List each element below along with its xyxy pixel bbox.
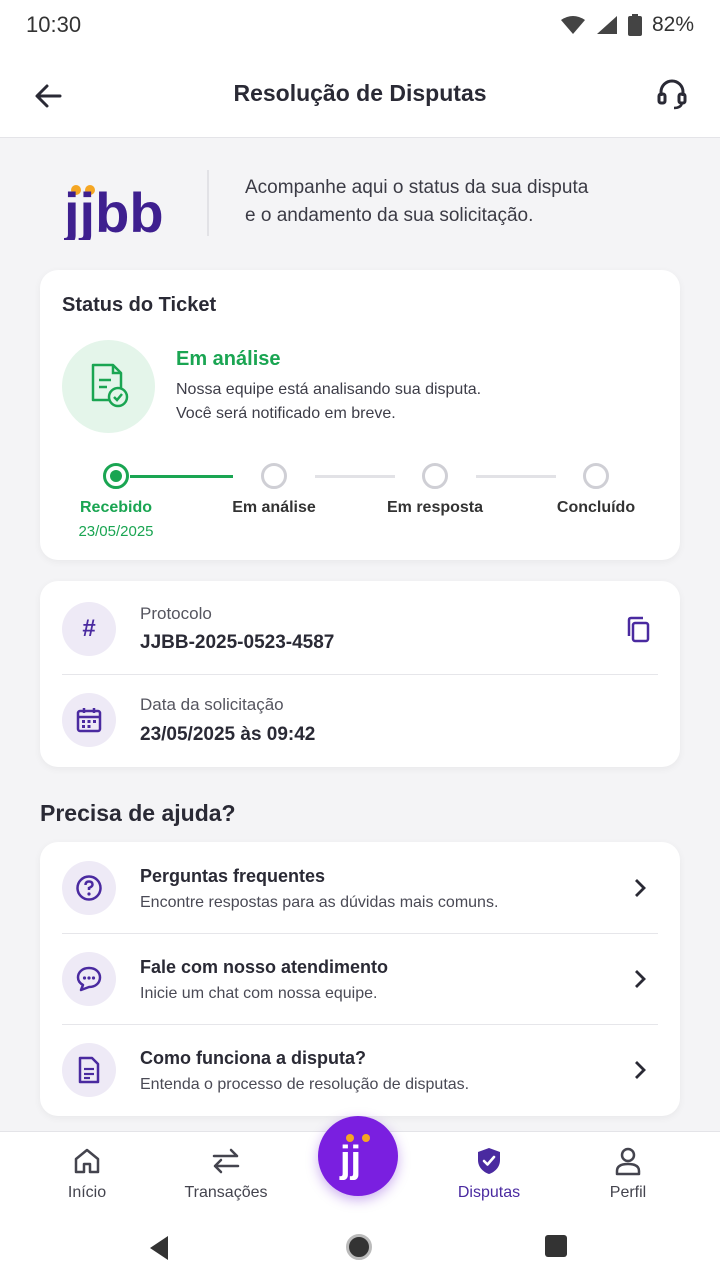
progress-line-3 [476,475,556,478]
nav-item-disputas[interactable]: Disputas [429,1146,549,1202]
help-title: Precisa de ajuda? [40,800,236,826]
help-item-title: Perguntas frequentes [140,866,326,886]
status-description: Nossa equipe está analisando sua disputa… [176,378,481,426]
system-recents-icon[interactable] [545,1235,567,1257]
intro-description: Acompanhe aqui o status da sua disputa e… [245,174,675,230]
system-home-icon[interactable] [346,1234,372,1260]
status-title: Em análise [176,348,281,370]
status-time: 10:30 [26,12,82,37]
page-title: Resolução de Disputas [233,80,487,106]
status-line-2: Você será notificado em breve. [176,405,396,422]
status-line-1: Nossa equipe está analisando sua disputa… [176,381,482,398]
nav-item-perfil[interactable]: Perfil [568,1146,688,1202]
nav-label: Perfil [609,1184,647,1201]
copy-icon[interactable] [624,615,652,645]
chevron-right-icon [635,970,646,988]
question-icon [76,875,102,901]
status-icon-circle [62,340,155,433]
help-item-faq[interactable]: Perguntas frequentes Encontre respostas … [40,842,680,933]
center-fab-button[interactable]: jj [318,1116,398,1196]
date-value: 23/05/2025 às 09:42 [140,724,316,745]
help-item-title: Fale com nosso atendimento [140,957,389,977]
step-dot-concluido [583,463,609,489]
help-item-subtitle: Inicie um chat com nossa equipe. [140,985,378,1002]
wifi-icon [560,16,585,34]
intro-line-2: e o andamento da sua solicitação. [245,205,534,226]
shield-check-icon [478,1148,500,1174]
intro-section: jjbb Acompanhe aqui o status da sua disp… [0,160,720,255]
system-back-icon[interactable] [148,1235,170,1261]
ticket-status-card: Status do Ticket Em análise Nossa equipe… [40,270,680,560]
progress-line-2 [315,475,395,478]
chat-icon-circle [62,952,116,1006]
signal-icon [596,16,617,34]
status-bar: 10:30 82% [0,0,720,50]
home-icon [74,1148,100,1174]
step-dot-recebido [103,463,129,489]
svg-text:jjbb: jjbb [64,181,164,240]
step-label-em-resposta: Em resposta [386,499,484,516]
help-item-chat[interactable]: Fale com nosso atendimento Inicie um cha… [40,933,680,1024]
protocol-value: JJBB-2025-0523-4587 [140,632,335,653]
calendar-icon [76,708,102,733]
jj-logo-icon: jj [339,1134,370,1180]
chevron-right-icon [635,879,646,897]
help-item-how-it-works[interactable]: Como funciona a disputa? Entenda o proce… [40,1024,680,1115]
help-item-subtitle: Entenda o processo de resolução de dispu… [140,1076,470,1093]
step-label-em-analise: Em análise [232,499,316,516]
battery-percent: 82% [651,13,694,36]
system-navigation [0,1221,720,1280]
protocol-label: Protocolo [140,604,212,623]
info-divider [62,674,658,675]
intro-line-1: Acompanhe aqui o status da sua disputa [245,177,589,198]
step-dot-em-analise [261,463,287,489]
step-date-recebido: 23/05/2025 [78,523,154,540]
hash-icon: # [62,602,116,656]
jjbb-logo: jjbb [64,181,164,240]
question-icon-circle [62,861,116,915]
ticket-heading: Status do Ticket [62,294,217,316]
help-card: Perguntas frequentes Encontre respostas … [40,842,680,1116]
protocol-info-card: # Protocolo JJBB-2025-0523-4587 Data da … [40,581,680,767]
headset-icon[interactable] [654,76,690,112]
nav-item-transacoes[interactable]: Transações [166,1146,286,1202]
nav-label: Início [67,1184,107,1201]
svg-text:jj: jj [339,1139,361,1180]
document-check-icon [91,363,129,408]
nav-item-inicio[interactable]: Início [27,1146,147,1202]
app-bar: Resolução de Disputas [0,50,720,138]
back-arrow-icon[interactable] [30,78,66,114]
intro-divider [207,170,209,236]
nav-label: Disputas [457,1184,521,1201]
transfer-icon [212,1148,240,1174]
chevron-right-icon [635,1061,646,1079]
calendar-icon-circle [62,693,116,747]
step-dot-em-resposta [422,463,448,489]
help-item-subtitle: Encontre respostas para as dúvidas mais … [140,894,499,911]
profile-icon [615,1147,641,1176]
chat-icon [76,966,102,992]
date-label: Data da solicitação [140,695,284,714]
step-label-concluido: Concluído [556,499,636,516]
status-icons: 82% [560,13,694,37]
battery-icon [627,14,642,36]
step-label-recebido: Recebido [79,499,152,516]
progress-line-1 [130,475,233,478]
document-icon-circle [62,1043,116,1097]
document-icon [78,1056,100,1084]
help-item-title: Como funciona a disputa? [140,1048,367,1068]
nav-label: Transações [184,1184,268,1201]
